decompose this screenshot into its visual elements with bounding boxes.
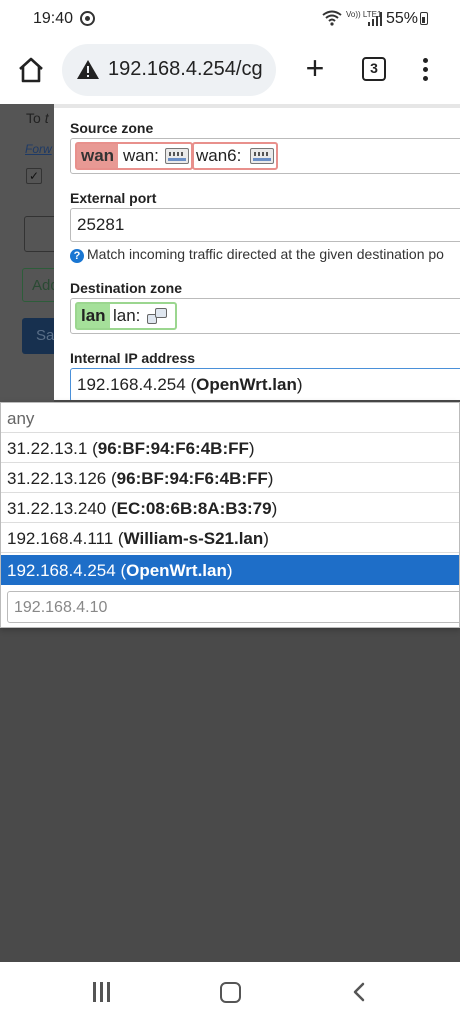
option-host: OpenWrt.lan xyxy=(126,561,227,580)
navigation-bar xyxy=(0,962,460,1024)
source-zone-label: Source zone xyxy=(70,120,154,136)
modal-divider xyxy=(54,104,460,108)
option-host: 96:BF:94:F6:4B:FF xyxy=(97,439,249,458)
status-time: 19:40 xyxy=(33,10,74,27)
battery-icon xyxy=(420,12,428,25)
status-bar: 19:40 Vo)) LTE1 55% xyxy=(0,0,460,38)
dropdown-option[interactable]: 192.168.4.111 (William-s-S21.lan) xyxy=(1,523,459,553)
home-nav-button[interactable] xyxy=(220,982,241,1003)
url-text[interactable]: 192.168.4.254/cg xyxy=(108,58,263,81)
wan-zone-name: wan xyxy=(77,144,119,168)
option-ip: any xyxy=(7,409,35,428)
lan-device-label: lan: xyxy=(113,306,141,325)
home-icon xyxy=(19,57,43,83)
lan-zone-chip[interactable]: lan lan: xyxy=(75,302,177,330)
dropdown-option-any[interactable]: any xyxy=(1,403,459,433)
external-port-help: ? Match incoming traffic directed at the … xyxy=(70,246,444,263)
dropdown-option[interactable]: 31.22.13.240 (EC:08:6B:8A:B3:79) xyxy=(1,493,459,523)
source-zone-select[interactable]: wan wan: wan6: xyxy=(70,138,460,174)
menu-button[interactable] xyxy=(416,56,436,84)
internal-ip-select[interactable]: 192.168.4.254 (OpenWrt.lan) xyxy=(70,368,460,400)
dropdown-option[interactable]: 31.22.13.126 (96:BF:94:F6:4B:FF) xyxy=(1,463,459,493)
background-checkbox: ✓ xyxy=(26,168,42,184)
option-ip: 31.22.13.126 xyxy=(7,469,107,488)
home-button[interactable] xyxy=(16,56,46,84)
recent-apps-button[interactable] xyxy=(91,982,113,1002)
custom-ip-input[interactable]: 192.168.4.10 xyxy=(7,591,459,623)
signal-icon xyxy=(368,12,382,26)
lan-zone-name: lan xyxy=(77,304,110,328)
background-forward-link: Forw xyxy=(25,142,52,156)
external-port-label: External port xyxy=(70,190,157,206)
internal-ip-host: OpenWrt.lan xyxy=(196,375,297,394)
background-to-label: To t xyxy=(26,110,49,126)
internal-ip-value: 192.168.4.254 xyxy=(77,375,186,394)
option-ip: 192.168.4.111 xyxy=(7,529,114,548)
port-forward-modal: Source zone wan wan: wan6: External port… xyxy=(54,104,460,400)
back-button[interactable] xyxy=(352,982,366,1002)
warning-icon[interactable] xyxy=(76,58,100,82)
destination-zone-select[interactable]: lan lan: xyxy=(70,298,460,334)
option-ip: 31.22.13.1 xyxy=(7,439,88,458)
option-host: William-s-S21.lan xyxy=(123,529,264,548)
internal-ip-dropdown: any 31.22.13.1 (96:BF:94:F6:4B:FF) 31.22… xyxy=(0,402,460,628)
external-port-input[interactable]: 25281 xyxy=(70,208,460,242)
help-icon: ? xyxy=(70,249,84,263)
external-port-help-text: Match incoming traffic directed at the g… xyxy=(87,246,444,262)
wan6-device-label: wan6: xyxy=(196,146,242,165)
wan-device-label: wan: xyxy=(123,146,159,165)
wan6-zone-chip[interactable]: wan6: xyxy=(192,142,278,170)
option-ip: 192.168.4.254 xyxy=(7,561,116,580)
back-icon xyxy=(353,982,365,1002)
wan-zone-chip[interactable]: wan wan: xyxy=(75,142,193,170)
option-ip: 31.22.13.240 xyxy=(7,499,107,518)
url-bar[interactable]: 192.168.4.254/cg xyxy=(62,44,276,96)
browser-toolbar: 192.168.4.254/cg + 3 xyxy=(0,38,460,104)
option-host: 96:BF:94:F6:4B:FF xyxy=(116,469,268,488)
wifi-icon xyxy=(322,10,342,30)
sync-icon xyxy=(80,11,95,26)
destination-zone-label: Destination zone xyxy=(70,280,183,296)
dropdown-option-selected[interactable]: 192.168.4.254 (OpenWrt.lan) xyxy=(1,555,459,585)
tab-switcher-button[interactable]: 3 xyxy=(362,57,386,81)
ethernet-icon xyxy=(147,308,169,326)
new-tab-button[interactable]: + xyxy=(300,52,330,84)
internal-ip-label: Internal IP address xyxy=(70,350,196,366)
network-port-icon xyxy=(250,148,274,164)
network-port-icon xyxy=(165,148,189,164)
dropdown-option[interactable]: 31.22.13.1 (96:BF:94:F6:4B:FF) xyxy=(1,433,459,463)
battery-level: 55% xyxy=(386,10,419,27)
option-host: EC:08:6B:8A:B3:79 xyxy=(116,499,272,518)
